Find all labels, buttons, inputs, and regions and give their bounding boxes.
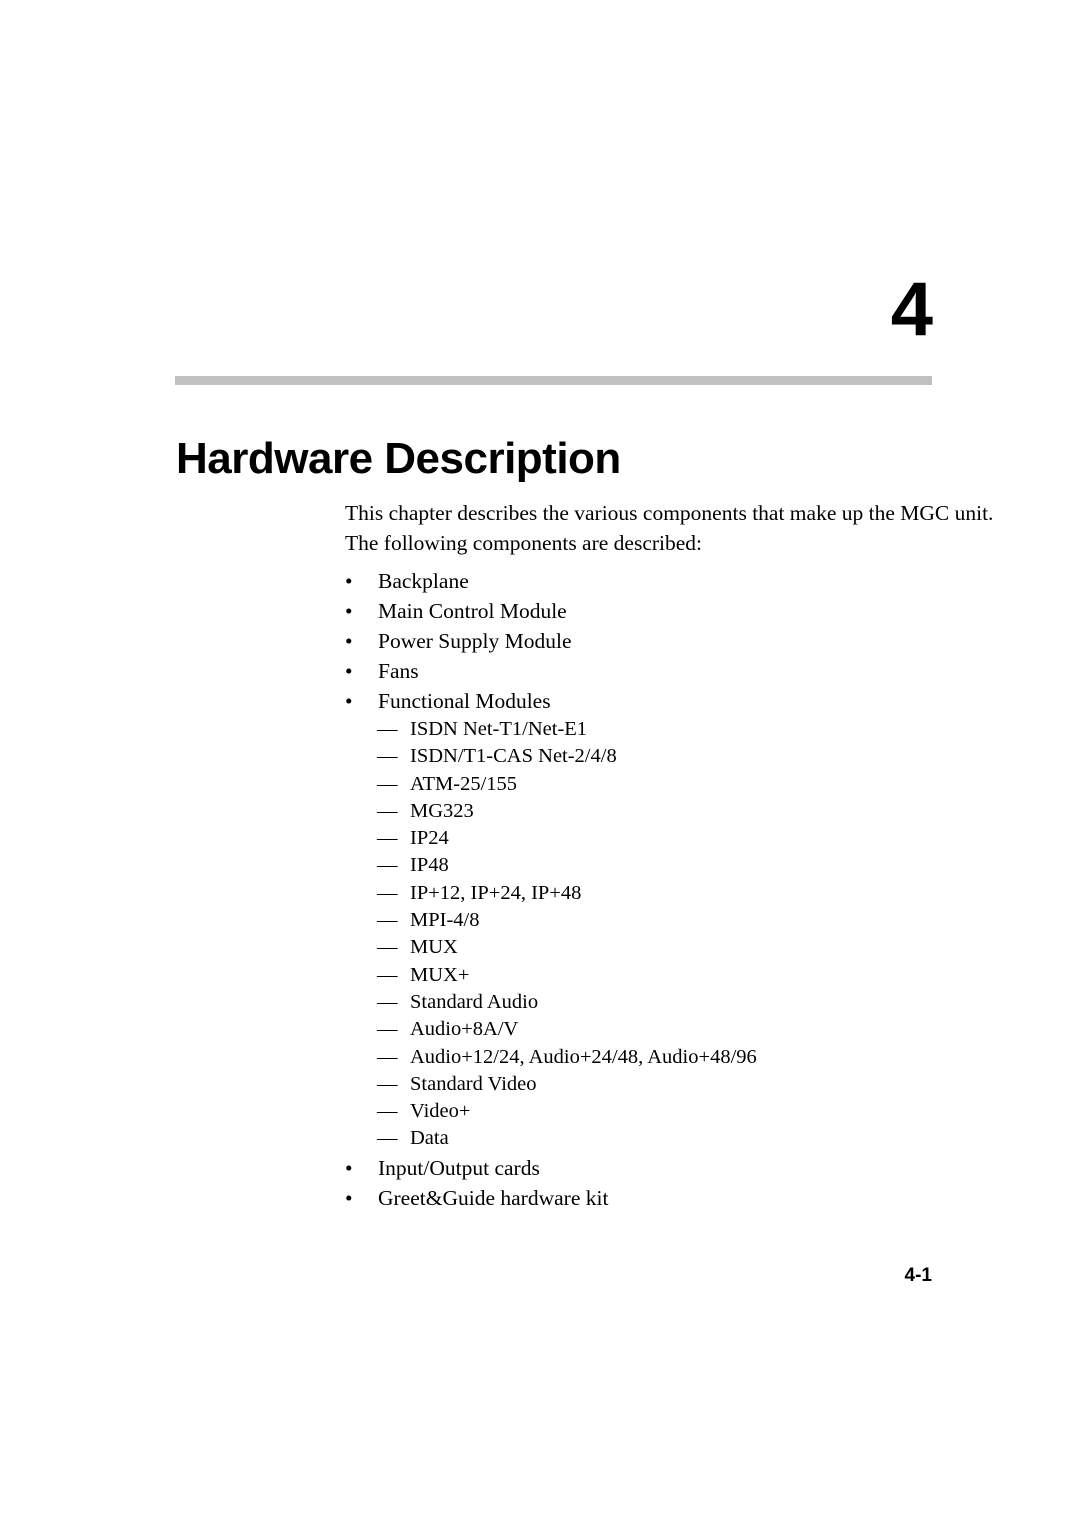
document-page: 4 Hardware Description This chapter desc… bbox=[0, 0, 1080, 1528]
bullet-icon: • bbox=[345, 599, 353, 623]
sublist-item-label: MPI-4/8 bbox=[410, 909, 480, 932]
sublist-item-label: ATM-25/155 bbox=[410, 772, 518, 795]
sublist-item-label: IP48 bbox=[410, 854, 449, 877]
list-item: • Power Supply Module bbox=[345, 626, 965, 656]
list-item-label: Functional Modules bbox=[378, 689, 551, 713]
list-item-label: Input/Output cards bbox=[378, 1155, 540, 1180]
dash-icon: — bbox=[377, 799, 398, 822]
list-item-label: Fans bbox=[378, 659, 419, 683]
sublist-item: — IP48 bbox=[377, 852, 965, 879]
list-item-label: Power Supply Module bbox=[378, 629, 572, 653]
sublist-item: — Audio+8A/V bbox=[377, 1016, 965, 1043]
sublist-item-label: Standard Video bbox=[410, 1072, 537, 1095]
dash-icon: — bbox=[377, 909, 398, 932]
dash-icon: — bbox=[377, 772, 398, 795]
sublist-item: — IP24 bbox=[377, 825, 965, 852]
sublist-item: — MUX+ bbox=[377, 962, 965, 989]
list-item: • Functional Modules bbox=[345, 686, 965, 716]
sublist-item: — Standard Audio bbox=[377, 989, 965, 1016]
dash-icon: — bbox=[377, 718, 398, 740]
sublist-item-label: ISDN/T1-CAS Net-2/4/8 bbox=[410, 745, 617, 768]
list-item: • Backplane bbox=[345, 566, 965, 596]
page-title: Hardware Description bbox=[176, 434, 621, 484]
sublist-item-label: IP24 bbox=[410, 827, 449, 850]
dash-icon: — bbox=[377, 990, 398, 1013]
sublist-item: — IP+12, IP+24, IP+48 bbox=[377, 880, 965, 907]
sublist-item: — ISDN/T1-CAS Net-2/4/8 bbox=[377, 743, 965, 770]
list-item: • Main Control Module bbox=[345, 596, 965, 626]
sublist-item-label: MG323 bbox=[410, 799, 474, 822]
intro-paragraph: This chapter describes the various compo… bbox=[345, 498, 994, 558]
bullet-icon: • bbox=[345, 659, 353, 683]
bullet-icon: • bbox=[345, 569, 353, 593]
dash-icon: — bbox=[377, 745, 398, 768]
sublist-item: — ATM-25/155 bbox=[377, 771, 965, 798]
sublist-item-label: Video+ bbox=[410, 1100, 471, 1123]
page-number: 4-1 bbox=[904, 1265, 932, 1286]
sublist-item-label: ISDN Net-T1/Net-E1 bbox=[410, 718, 588, 740]
list-item: • Input/Output cards bbox=[345, 1153, 965, 1183]
sublist-item: — Standard Video bbox=[377, 1071, 965, 1098]
list-item-label: Main Control Module bbox=[378, 599, 567, 623]
bullet-icon: • bbox=[345, 629, 353, 653]
sublist-item-label: Data bbox=[410, 1127, 449, 1150]
dash-icon: — bbox=[377, 963, 398, 986]
sublist-item: — MG323 bbox=[377, 798, 965, 825]
functional-modules-sublist: — ISDN Net-T1/Net-E1 — ISDN/T1-CAS Net-2… bbox=[345, 716, 965, 1153]
sublist-item-label: Standard Audio bbox=[410, 990, 539, 1013]
header-divider-rule bbox=[175, 376, 932, 385]
list-item: • Fans bbox=[345, 656, 965, 686]
intro-line-2: The following components are described: bbox=[345, 531, 703, 555]
component-list: • Backplane • Main Control Module • Powe… bbox=[345, 566, 965, 1213]
intro-line-1: This chapter describes the various compo… bbox=[345, 501, 994, 525]
dash-icon: — bbox=[377, 827, 398, 850]
dash-icon: — bbox=[377, 1018, 398, 1041]
list-item: • Greet&Guide hardware kit bbox=[345, 1183, 965, 1213]
dash-icon: — bbox=[377, 1045, 398, 1068]
dash-icon: — bbox=[377, 1072, 398, 1095]
list-item-label: Backplane bbox=[378, 569, 469, 593]
sublist-item-label: Audio+8A/V bbox=[410, 1018, 519, 1041]
sublist-item: — ISDN Net-T1/Net-E1 bbox=[377, 716, 965, 743]
sublist-item: — MUX bbox=[377, 934, 965, 961]
dash-icon: — bbox=[377, 1127, 398, 1150]
dash-icon: — bbox=[377, 936, 398, 959]
dash-icon: — bbox=[377, 881, 398, 904]
bullet-icon: • bbox=[345, 689, 353, 713]
sublist-item: — Video+ bbox=[377, 1098, 965, 1125]
sublist-item: — Data bbox=[377, 1125, 965, 1152]
sublist-item: — MPI-4/8 bbox=[377, 907, 965, 934]
sublist-item-label: MUX+ bbox=[410, 963, 470, 986]
bullet-icon: • bbox=[345, 1155, 353, 1180]
sublist-item-label: IP+12, IP+24, IP+48 bbox=[410, 881, 582, 904]
dash-icon: — bbox=[377, 1100, 398, 1123]
list-item-label: Greet&Guide hardware kit bbox=[378, 1185, 609, 1210]
chapter-number: 4 bbox=[890, 267, 933, 352]
sublist-item-label: Audio+12/24, Audio+24/48, Audio+48/96 bbox=[410, 1045, 757, 1068]
sublist-item: — Audio+12/24, Audio+24/48, Audio+48/96 bbox=[377, 1044, 965, 1071]
dash-icon: — bbox=[377, 854, 398, 877]
sublist-item-label: MUX bbox=[410, 936, 458, 959]
chapter-body: This chapter describes the various compo… bbox=[345, 498, 994, 1213]
bullet-icon: • bbox=[345, 1185, 353, 1210]
